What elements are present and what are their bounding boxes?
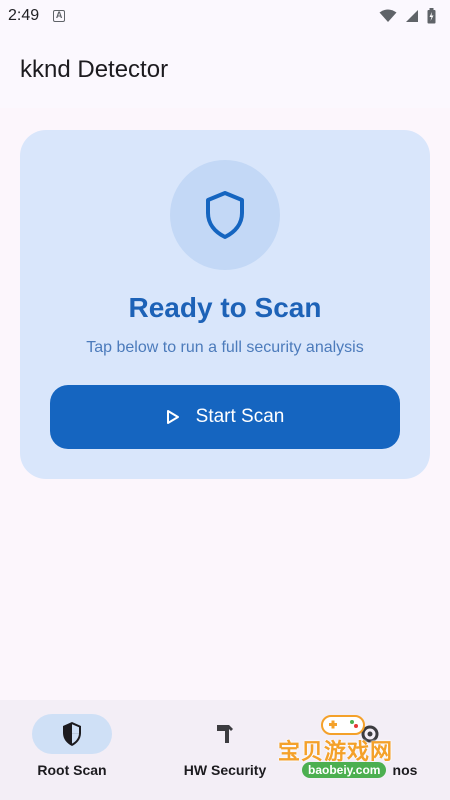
bottom-nav: Root Scan HW Security nos xyxy=(0,700,450,800)
nav-pill-root-scan xyxy=(32,714,112,754)
shield-filled-icon xyxy=(63,722,81,746)
a-icon: A xyxy=(53,10,66,22)
nav-label: Root Scan xyxy=(37,762,107,778)
status-bar: 2:49 A xyxy=(0,0,450,32)
shield-circle xyxy=(170,160,280,270)
signal-icon xyxy=(406,10,418,22)
main-content: Ready to Scan Tap below to run a full se… xyxy=(0,108,450,700)
play-icon xyxy=(166,410,179,424)
nav-item-root-scan[interactable]: Root Scan xyxy=(0,700,150,800)
nav-pill-hw-security xyxy=(185,714,265,754)
nav-label: HW Security xyxy=(183,762,267,778)
app-bar: kknd Detector xyxy=(0,32,450,108)
status-icons xyxy=(379,8,436,24)
scan-card: Ready to Scan Tap below to run a full se… xyxy=(20,130,430,479)
shield-icon xyxy=(206,191,244,239)
start-scan-button[interactable]: Start Scan xyxy=(50,385,400,449)
nav-label: nos xyxy=(392,762,418,778)
gear-icon xyxy=(361,725,379,743)
battery-icon xyxy=(427,8,436,24)
start-scan-label: Start Scan xyxy=(195,406,285,427)
nav-item-hw-security[interactable]: HW Security xyxy=(150,700,300,800)
nav-pill-third xyxy=(330,714,410,754)
status-time: 2:49 xyxy=(8,7,40,24)
app-title: kknd Detector xyxy=(20,56,169,83)
ready-title: Ready to Scan xyxy=(128,292,322,323)
hardware-icon xyxy=(217,725,233,743)
nav-item-third[interactable]: nos xyxy=(300,700,450,800)
ready-subtitle: Tap below to run a full security analysi… xyxy=(86,339,364,356)
wifi-icon xyxy=(379,9,397,22)
